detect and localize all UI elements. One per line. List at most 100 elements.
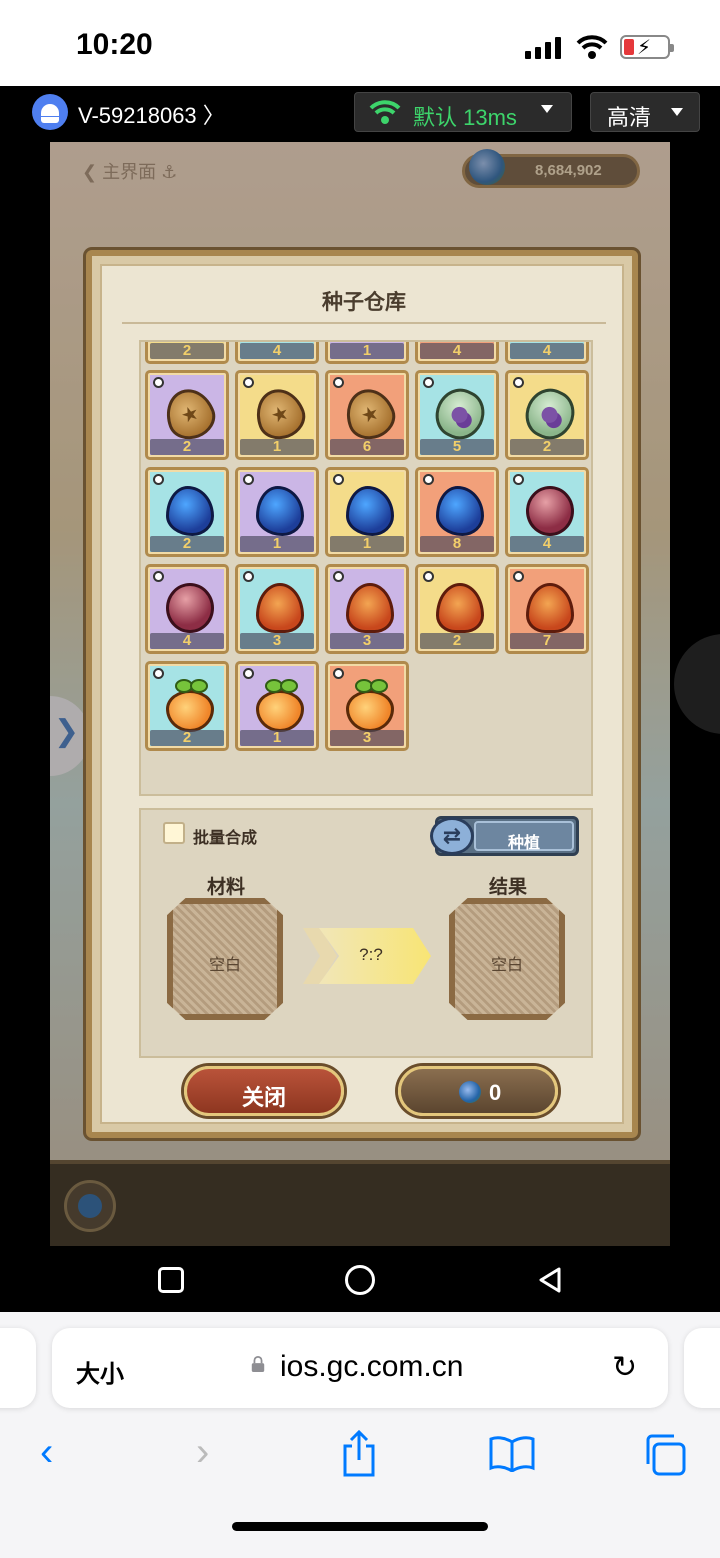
seed-slot[interactable]: 3 xyxy=(325,661,409,751)
cost-button[interactable]: 0 xyxy=(398,1066,558,1116)
wifi-icon xyxy=(369,100,401,124)
seed-slot[interactable]: 7 xyxy=(505,564,589,654)
seed-slot[interactable]: 6 xyxy=(325,370,409,460)
seed-count: 1 xyxy=(330,536,404,552)
blue-seed-icon xyxy=(166,486,214,536)
seed-slot[interactable]: 3 xyxy=(235,564,319,654)
caret-down-icon xyxy=(671,108,683,116)
seed-slot[interactable]: 4 xyxy=(145,564,229,654)
seed-count: 4 xyxy=(510,343,584,359)
material-slot[interactable]: 空白 xyxy=(167,898,283,1020)
back-triangle-icon[interactable] xyxy=(537,1266,563,1294)
seed-badge-icon xyxy=(153,668,164,679)
seed-badge-icon xyxy=(333,377,344,388)
seed-slot[interactable]: 1 xyxy=(325,342,409,364)
peach-seed-icon xyxy=(346,679,394,732)
seed-badge-icon xyxy=(423,474,434,485)
seed-count: 2 xyxy=(150,439,224,455)
seed-badge-icon xyxy=(513,377,524,388)
seed-count: 4 xyxy=(240,343,314,359)
seed-slot[interactable]: 4 xyxy=(505,342,589,364)
leaf-seed-icon xyxy=(526,583,574,633)
seed-slot[interactable]: 1 xyxy=(235,370,319,460)
seed-count: 1 xyxy=(330,343,404,359)
close-label: 关闭 xyxy=(241,1085,286,1110)
caret-down-icon xyxy=(541,105,553,113)
material-slot-label: 空白 xyxy=(208,957,241,974)
home-button[interactable] xyxy=(345,1265,375,1295)
share-icon[interactable] xyxy=(340,1430,378,1478)
seed-badge-icon xyxy=(153,474,164,485)
lock-icon xyxy=(251,1356,265,1372)
seed-count: 2 xyxy=(150,343,224,359)
quality-dropdown[interactable]: 高清 xyxy=(590,92,700,132)
divider xyxy=(122,322,606,324)
seed-count: 4 xyxy=(510,536,584,552)
seed-count: 1 xyxy=(240,536,314,552)
plant-button-face: 种植 xyxy=(474,821,574,852)
blue-seed-icon xyxy=(436,486,484,536)
floating-network-button[interactable] xyxy=(674,634,720,734)
seed-slot[interactable]: 2 xyxy=(145,342,229,364)
seed-badge-icon xyxy=(153,571,164,582)
seed-badge-icon xyxy=(333,571,344,582)
seed-slot[interactable]: 4 xyxy=(235,342,319,364)
seed-count: 8 xyxy=(420,536,494,552)
seed-slot[interactable]: 3 xyxy=(325,564,409,654)
seed-slot[interactable]: 5 xyxy=(415,370,499,460)
android-icon xyxy=(32,94,68,130)
seed-badge-icon xyxy=(513,474,524,485)
seed-slot[interactable]: 1 xyxy=(325,467,409,557)
result-slot-label: 空白 xyxy=(490,957,523,974)
plant-button[interactable]: 种植 ⇄ xyxy=(430,816,579,856)
red-seed-icon xyxy=(166,583,214,633)
home-indicator xyxy=(232,1522,488,1531)
result-slot[interactable]: 空白 xyxy=(449,898,565,1020)
bookmarks-icon[interactable] xyxy=(488,1436,536,1472)
text-size-button[interactable]: 大小 xyxy=(76,1354,124,1389)
material-heading: 材料 xyxy=(207,877,246,898)
seed-count: 3 xyxy=(330,730,404,746)
network-line-dropdown[interactable]: 默认 13ms xyxy=(354,92,572,132)
red-seed-icon xyxy=(526,486,574,536)
seed-slot[interactable]: 2 xyxy=(145,467,229,557)
seed-slot[interactable]: 1 xyxy=(235,661,319,751)
almond-seed-icon xyxy=(158,382,222,446)
next-tab-card[interactable] xyxy=(684,1328,720,1408)
network-label: 默认 13ms xyxy=(413,105,517,130)
seed-slot[interactable]: 4 xyxy=(415,342,499,364)
seed-slot[interactable]: 2 xyxy=(145,370,229,460)
batch-synthesis-checkbox[interactable] xyxy=(163,822,185,844)
ratio-label: ?:? xyxy=(359,945,383,964)
remote-device-view: V-59218063 〉 默认 13ms 高清 ❮ 主界面 ⚓ 8,684,90… xyxy=(0,86,720,1312)
status-bar: 10:20 ⚡ xyxy=(0,0,720,86)
back-arrow-icon[interactable]: ‹ xyxy=(40,1430,53,1475)
batch-synthesis-label: 批量合成 xyxy=(193,830,258,847)
seed-slot[interactable]: 4 xyxy=(505,467,589,557)
device-toolbar: V-59218063 〉 默认 13ms 高清 xyxy=(0,86,720,142)
address-bar[interactable]: 大小 ios.gc.com.cn ↻ xyxy=(52,1328,668,1408)
recents-button[interactable] xyxy=(158,1267,184,1293)
forward-arrow-icon[interactable]: › xyxy=(196,1430,209,1475)
peach-seed-icon xyxy=(256,679,304,732)
seed-count: 2 xyxy=(150,730,224,746)
device-id-link[interactable]: V-59218063 〉 xyxy=(78,98,225,130)
seed-count: 1 xyxy=(240,439,314,455)
result-heading: 结果 xyxy=(489,877,528,898)
seed-count: 3 xyxy=(330,633,404,649)
seed-badge-icon xyxy=(333,474,344,485)
previous-tab-card[interactable] xyxy=(0,1328,36,1408)
seed-grid[interactable]: 24144216522118443327213 xyxy=(139,340,593,796)
seed-slot[interactable]: 2 xyxy=(505,370,589,460)
close-button[interactable]: 关闭 xyxy=(184,1066,344,1116)
seed-slot[interactable]: 2 xyxy=(145,661,229,751)
seed-badge-icon xyxy=(243,474,254,485)
seed-slot[interactable]: 8 xyxy=(415,467,499,557)
seed-slot[interactable]: 2 xyxy=(415,564,499,654)
seed-count: 5 xyxy=(420,439,494,455)
seed-badge-icon xyxy=(333,668,344,679)
tabs-icon[interactable] xyxy=(642,1432,688,1478)
seed-slot[interactable]: 1 xyxy=(235,467,319,557)
reload-icon[interactable]: ↻ xyxy=(612,1350,637,1385)
clock: 10:20 xyxy=(76,28,153,61)
